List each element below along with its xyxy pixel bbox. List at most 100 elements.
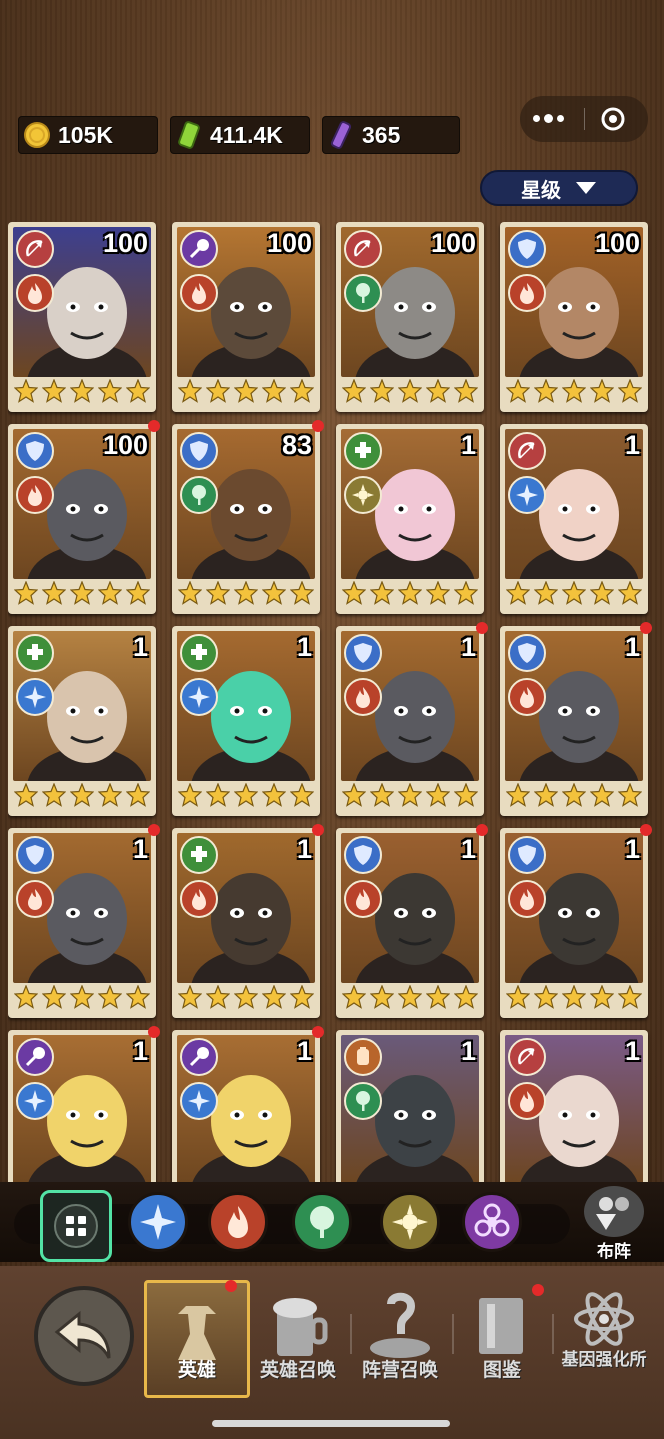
serum-vial-icon — [326, 120, 356, 150]
energy-can-icon — [174, 120, 204, 150]
hero-level: 100 — [430, 228, 476, 258]
nav-faction-summon[interactable]: 阵营召唤 — [350, 1280, 450, 1400]
hero-level: 1 — [132, 1036, 148, 1066]
star-icon — [369, 579, 395, 610]
sun-icon — [392, 1204, 428, 1240]
shield-icon — [16, 836, 54, 874]
star-icon — [261, 579, 287, 610]
hero-card[interactable]: 100 — [8, 420, 160, 614]
nav-codex[interactable]: 图鉴 — [452, 1280, 552, 1400]
hero-card[interactable]: 1 — [500, 824, 652, 1018]
fire-filter-button[interactable] — [208, 1192, 268, 1252]
star-icon — [125, 377, 151, 408]
energy-counter: 411.4K — [170, 116, 310, 154]
hero-card[interactable]: 1 — [336, 824, 488, 1018]
star-icon — [453, 983, 479, 1014]
back-button[interactable] — [34, 1286, 134, 1386]
hero-card[interactable]: 100 — [336, 222, 484, 412]
hero-card[interactable]: 1 — [336, 1030, 484, 1182]
home-indicator — [212, 1420, 450, 1427]
light-filter-button[interactable] — [380, 1192, 440, 1252]
nav-hero-summon[interactable]: 英雄召唤 — [248, 1280, 348, 1400]
sort-dropdown[interactable]: 星级 — [480, 170, 638, 206]
hero-card[interactable]: 1 — [500, 622, 652, 816]
frost-icon — [16, 678, 54, 716]
shield-icon — [508, 634, 546, 672]
nature-icon — [344, 1082, 382, 1120]
hero-grid[interactable]: 100 100 100 100 100 83 1 1 1 1 1 1 1 1 1 1 1 1 1 1 — [8, 222, 656, 1182]
hero-level: 100 — [266, 228, 312, 258]
hero-level: 1 — [460, 632, 476, 662]
formation-button[interactable]: 布阵 — [580, 1186, 648, 1262]
hero-card[interactable]: 83 — [172, 420, 324, 614]
star-rating — [12, 377, 152, 408]
star-icon — [453, 781, 479, 812]
star-icon — [205, 983, 231, 1014]
star-rating — [504, 377, 644, 408]
star-icon — [233, 579, 259, 610]
nature-tree-icon — [310, 1206, 334, 1238]
serum-value: 365 — [362, 121, 401, 148]
hero-card[interactable]: 100 — [500, 222, 648, 412]
notification-dot — [476, 622, 488, 634]
light-icon — [344, 476, 382, 514]
star-icon — [617, 983, 643, 1014]
star-icon — [233, 983, 259, 1014]
frost-icon — [508, 476, 546, 514]
hero-card[interactable]: 100 — [8, 222, 156, 412]
star-icon — [233, 781, 259, 812]
fire-icon — [180, 274, 218, 312]
star-icon — [589, 377, 615, 408]
nav-faction-summon-label: 阵营召唤 — [361, 1360, 438, 1381]
hero-card[interactable]: 1 — [336, 424, 484, 614]
nature-filter-button[interactable] — [292, 1192, 352, 1252]
notification-dot — [532, 1284, 544, 1296]
hero-card[interactable]: 1 — [8, 626, 156, 816]
hero-card[interactable]: 1 — [8, 1026, 160, 1182]
fire-icon — [344, 678, 382, 716]
hero-level: 1 — [132, 632, 148, 662]
star-rating — [504, 579, 644, 610]
all-filter-button[interactable] — [40, 1190, 112, 1262]
star-icon — [69, 579, 95, 610]
formation-icon — [584, 1186, 644, 1237]
frost-icon — [180, 1082, 218, 1120]
shield-icon — [344, 836, 382, 874]
notification-dot — [312, 420, 324, 432]
hero-card[interactable]: 1 — [500, 424, 648, 614]
star-icon — [41, 781, 67, 812]
close-miniprogram-icon[interactable] — [593, 106, 633, 132]
nav-gene-lab[interactable]: 基因强化所 — [552, 1280, 656, 1400]
hero-card[interactable]: 1 — [172, 626, 320, 816]
nav-heroes[interactable]: 英雄 — [147, 1280, 247, 1400]
star-icon — [233, 377, 259, 408]
hero-card[interactable]: 1 — [500, 1030, 648, 1182]
star-icon — [125, 983, 151, 1014]
star-icon — [289, 579, 315, 610]
hero-card[interactable]: 1 — [8, 824, 160, 1018]
star-rating — [340, 983, 480, 1014]
hero-card[interactable]: 100 — [172, 222, 320, 412]
formation-label: 布阵 — [597, 1242, 631, 1261]
back-arrow-icon — [54, 1310, 111, 1359]
more-menu-icon[interactable] — [520, 114, 576, 123]
sort-label: 星级 — [521, 179, 561, 202]
star-icon — [589, 781, 615, 812]
star-rating — [340, 579, 480, 610]
star-icon — [97, 579, 123, 610]
hero-card[interactable]: 1 — [172, 824, 324, 1018]
nature-icon — [344, 274, 382, 312]
hero-level: 100 — [102, 228, 148, 258]
frost-filter-button[interactable] — [128, 1192, 188, 1252]
faction-filter-bar: 布阵 — [0, 1182, 664, 1262]
star-rating — [340, 781, 480, 812]
hero-card[interactable]: 1 — [172, 1026, 324, 1182]
hero-level: 1 — [460, 430, 476, 460]
mace-icon — [180, 230, 218, 268]
hero-card[interactable]: 1 — [336, 622, 488, 816]
heal-icon — [180, 836, 218, 874]
star-icon — [177, 579, 203, 610]
star-icon — [397, 377, 423, 408]
star-rating — [12, 579, 152, 610]
toxic-filter-button[interactable] — [462, 1192, 522, 1252]
